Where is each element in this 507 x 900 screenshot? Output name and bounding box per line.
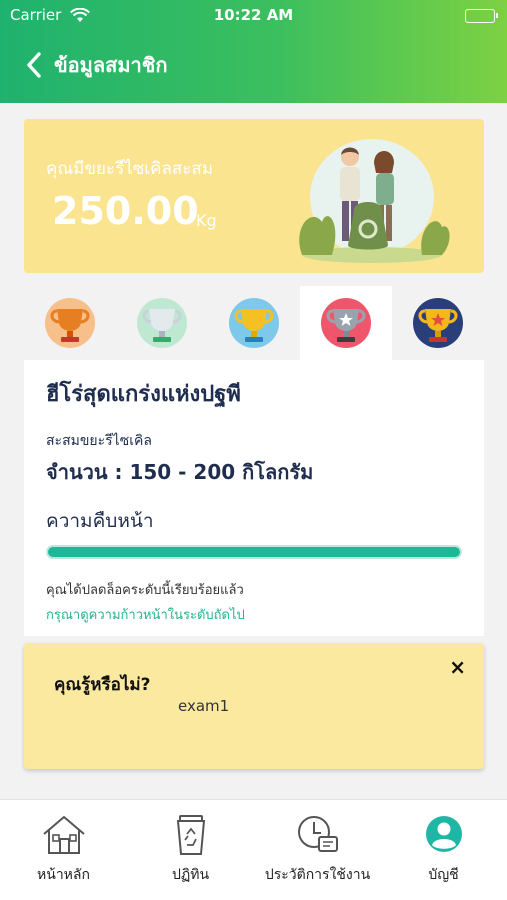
silver-trophy-icon — [137, 298, 187, 348]
level-detail-card: ฮีโร่สุดแกร่งแห่งปฐพี สะสมขยะรีไซเคิล จำ… — [24, 360, 484, 636]
level-tab-silver[interactable] — [116, 286, 208, 360]
battery-icon — [465, 9, 498, 23]
tab-home[interactable]: หน้าหลัก — [0, 812, 127, 886]
home-icon — [42, 816, 85, 854]
level-title: ฮีโร่สุดแกร่งแห่งปฐพี — [46, 382, 241, 407]
summary-amount: 250.00 — [52, 189, 199, 233]
level-tab-champion[interactable] — [392, 286, 484, 360]
tip-title: คุณรู้หรือไม่? — [54, 675, 151, 695]
tab-history[interactable]: ประวัติการใช้งาน — [254, 812, 381, 886]
tab-account[interactable]: บัญชี — [380, 812, 507, 886]
recycle-summary-card: คุณมีขยะรีไซเคิลสะสม 250.00 Kg — [24, 119, 484, 273]
page-title: ข้อมูลสมาชิก — [54, 53, 168, 77]
level-tabs — [24, 286, 484, 360]
bronze-trophy-icon — [45, 298, 95, 348]
did-you-know-card: คุณรู้หรือไม่? exam1 × — [24, 643, 484, 769]
progress-bar-fill — [48, 547, 460, 557]
next-level-link[interactable]: กรุณาดูความก้าวหน้าในระดับถัดไป — [46, 604, 245, 625]
tab-history-label: ประวัติการใช้งาน — [264, 867, 371, 883]
level-tab-platinum[interactable] — [300, 286, 392, 360]
summary-label: คุณมีขยะรีไซเคิลสะสม — [46, 159, 213, 179]
close-icon[interactable]: × — [449, 655, 466, 679]
level-tab-gold[interactable] — [208, 286, 300, 360]
status-bar: Carrier 10:22 AM — [0, 6, 507, 26]
tab-account-label: บัญชี — [428, 867, 459, 883]
recycling-people-illustration — [299, 139, 450, 263]
account-avatar-icon — [425, 816, 462, 852]
platinum-trophy-icon — [321, 298, 371, 348]
champion-trophy-icon — [413, 298, 463, 348]
tab-calendar-label: ปฏิทิน — [171, 867, 210, 883]
tip-body: exam1 — [178, 697, 230, 715]
history-clock-icon — [297, 816, 338, 852]
nav-bar: ข้อมูลสมาชิก — [22, 48, 167, 82]
level-range: จำนวน : 150 - 200 กิโลกรัม — [46, 460, 314, 484]
summary-unit: Kg — [196, 211, 217, 230]
level-tab-bronze[interactable] — [24, 286, 116, 360]
bottom-tab-bar: หน้าหลัก ปฏิทิน ประวัติการใช้งาน บัญชี — [0, 799, 507, 900]
progress-bar — [48, 547, 460, 557]
chevron-left-icon[interactable] — [22, 50, 48, 80]
header: Carrier 10:22 AM ข้อมูลสมาชิก — [0, 0, 507, 103]
unlocked-message: คุณได้ปลดล็อคระดับนี้เรียบร้อยแล้ว — [46, 583, 244, 598]
recycle-bin-icon — [176, 815, 205, 855]
tab-calendar[interactable]: ปฏิทิน — [127, 812, 254, 886]
progress-label: ความคืบหน้า — [46, 510, 154, 532]
tab-home-label: หน้าหลัก — [37, 867, 90, 883]
level-sub-label: สะสมขยะรีไซเคิล — [46, 433, 152, 449]
gold-trophy-icon — [229, 298, 279, 348]
clock-label: 10:22 AM — [213, 6, 294, 24]
